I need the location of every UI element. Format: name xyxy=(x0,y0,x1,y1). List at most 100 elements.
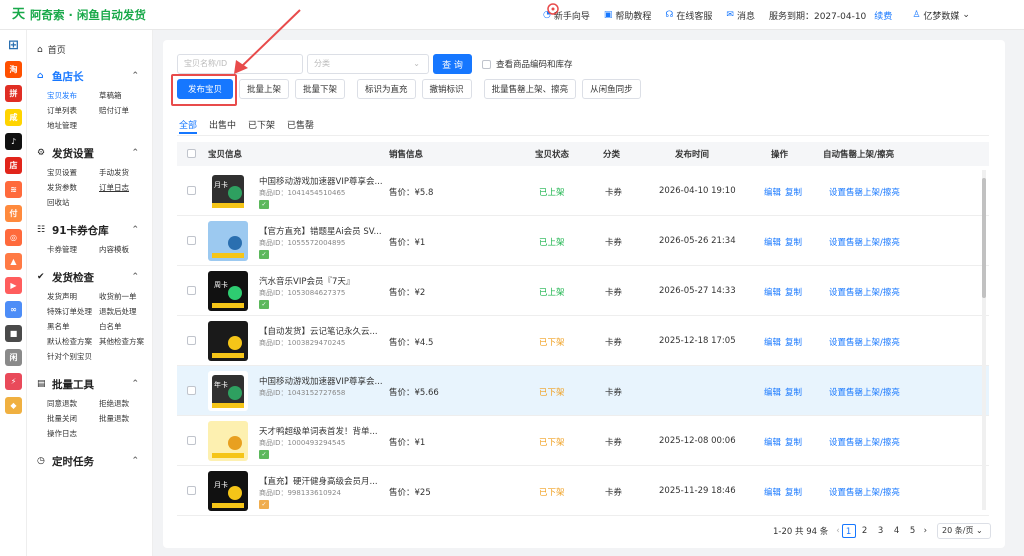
product-name[interactable]: 【官方直充】错题星Ai会员 SV... xyxy=(259,225,382,237)
copy-link[interactable]: 复制 xyxy=(785,338,802,348)
sidebar-item[interactable]: 批量关闭 xyxy=(47,411,99,426)
platform-icon[interactable]: 拼 xyxy=(5,85,22,102)
edit-link[interactable]: 编辑 xyxy=(764,338,781,348)
row-checkbox[interactable] xyxy=(187,436,196,445)
copy-link[interactable]: 复制 xyxy=(785,388,802,398)
product-thumbnail[interactable]: 周卡 xyxy=(208,271,248,311)
edit-link[interactable]: 编辑 xyxy=(764,188,781,198)
product-name[interactable]: 【自动发货】云记笔记永久云... xyxy=(259,325,378,337)
status-tab[interactable]: 已售罄 xyxy=(287,118,314,134)
renew-link[interactable]: 续费 xyxy=(874,9,892,22)
next-page-icon[interactable]: › xyxy=(924,526,927,536)
platform-icon[interactable]: ⚡ xyxy=(5,373,22,390)
page-size-select[interactable]: 20 条/页 ⌄ xyxy=(937,523,992,539)
sidebar-item[interactable]: 订单日志 xyxy=(99,180,152,195)
sidebar-item[interactable]: 同意退款 xyxy=(47,396,99,411)
platform-icon[interactable]: ■ xyxy=(5,325,22,342)
show-code-checkbox[interactable]: 查看商品编码和库存 xyxy=(482,58,573,70)
page-number[interactable]: 3 xyxy=(874,524,888,538)
sidebar-section-header[interactable]: ☷ 91卡券仓库 ⌃ xyxy=(27,222,152,238)
product-thumbnail[interactable]: 月卡 xyxy=(208,171,248,211)
chevron-up-icon[interactable]: ⌃ xyxy=(131,71,139,81)
action-button[interactable]: 批量上架 xyxy=(239,79,290,99)
product-name[interactable]: 中国移动游戏加速器VIP尊享会... xyxy=(259,375,383,387)
action-button[interactable]: 从闲鱼同步 xyxy=(582,79,641,99)
copy-link[interactable]: 复制 xyxy=(785,188,802,198)
platform-icon[interactable]: 闲 xyxy=(5,349,22,366)
table-row[interactable]: 天才鸭超级单词表首发！背单... 商品ID：1000493294545 ✓ 售价：¥1… xyxy=(177,416,989,466)
sidebar-item[interactable]: 发货声明 xyxy=(47,289,99,304)
sidebar-item[interactable]: 订单列表 xyxy=(47,103,99,118)
sidebar-item[interactable]: 收货前一单 xyxy=(99,289,152,304)
sidebar-item[interactable]: 批量退款 xyxy=(99,411,152,426)
product-name[interactable]: 天才鸭超级单词表首发！背单... xyxy=(259,425,378,437)
edit-link[interactable]: 编辑 xyxy=(764,288,781,298)
platform-icon[interactable]: 付 xyxy=(5,205,22,222)
chevron-up-icon[interactable]: ⌃ xyxy=(131,225,139,235)
sidebar-item[interactable]: 宝贝发布 xyxy=(47,88,99,103)
user-menu[interactable]: ♙ 亿梦数媒 ⌄ xyxy=(912,9,970,22)
sidebar-section-header[interactable]: ◷ 定时任务 ⌃ xyxy=(27,453,152,469)
table-row[interactable]: 【自动发货】云记笔记永久云... 商品ID：1003829470245 售价：¥4.… xyxy=(177,316,989,366)
sidebar-item[interactable]: 黑名单 xyxy=(47,319,99,334)
auto-relist-link[interactable]: 设置售罄上架/擦亮 xyxy=(829,186,900,198)
copy-link[interactable]: 复制 xyxy=(785,238,802,248)
platform-icon[interactable]: ∞ xyxy=(5,301,22,318)
auto-relist-link[interactable]: 设置售罄上架/擦亮 xyxy=(829,386,900,398)
sidebar-item[interactable]: 退款后处理 xyxy=(99,304,152,319)
sidebar-item[interactable]: 发货参数 xyxy=(47,180,99,195)
action-button[interactable]: 标识为直充 xyxy=(357,79,416,99)
platform-icon[interactable]: ◆ xyxy=(5,397,22,414)
page-number[interactable]: 5 xyxy=(906,524,920,538)
select-all-checkbox[interactable] xyxy=(187,149,196,158)
product-thumbnail[interactable] xyxy=(208,221,248,261)
platform-icon[interactable]: 店 xyxy=(5,157,22,174)
table-row[interactable]: 年卡 中国移动游戏加速器VIP尊享会... 商品ID：1043152727658 售价… xyxy=(177,366,989,416)
table-row[interactable]: 周卡 汽水音乐VIP会员『7天』 商品ID：1053084627375 ✓ 售价：¥2 已… xyxy=(177,266,989,316)
platform-icon[interactable]: ≋ xyxy=(5,181,22,198)
status-tab[interactable]: 出售中 xyxy=(209,118,236,134)
help-link[interactable]: ▣ 帮助教程 xyxy=(604,9,652,22)
auto-relist-link[interactable]: 设置售罄上架/擦亮 xyxy=(829,286,900,298)
sidebar-item[interactable]: 特殊订单处理 xyxy=(47,304,99,319)
product-thumbnail[interactable] xyxy=(208,321,248,361)
status-tab[interactable]: 全部 xyxy=(179,118,198,134)
chevron-up-icon[interactable]: ⌃ xyxy=(131,272,139,282)
service-link[interactable]: ☊ 在线客服 xyxy=(665,9,712,22)
page-number[interactable]: 1 xyxy=(841,524,856,538)
platform-icon[interactable]: 淘 xyxy=(5,61,22,78)
chevron-up-icon[interactable]: ⌃ xyxy=(131,379,139,389)
sidebar-section-header[interactable]: ⌂ 鱼店长 ⌃ xyxy=(27,68,152,84)
page-number[interactable]: 4 xyxy=(890,524,904,538)
edit-link[interactable]: 编辑 xyxy=(764,438,781,448)
chevron-up-icon[interactable]: ⌃ xyxy=(131,148,139,158)
status-tab[interactable]: 已下架 xyxy=(248,118,275,134)
chevron-up-icon[interactable]: ⌃ xyxy=(131,456,139,466)
row-checkbox[interactable] xyxy=(187,336,196,345)
edit-link[interactable]: 编辑 xyxy=(764,388,781,398)
app-logo[interactable]: 天 阿奇索 · 闲鱼自动发货 xyxy=(0,7,170,23)
copy-link[interactable]: 复制 xyxy=(785,438,802,448)
sidebar-item[interactable]: 宝贝设置 xyxy=(47,165,99,180)
row-checkbox[interactable] xyxy=(187,186,196,195)
table-row[interactable]: 月卡 【直充】硬汗健身高级会员月... 商品ID：998133610924 ✓ 售价：¥… xyxy=(177,466,989,516)
platform-icon[interactable]: ⊞ xyxy=(5,37,22,54)
table-row[interactable]: 【官方直充】错题星Ai会员 SV... 商品ID：1055572004895 ✓ 售价… xyxy=(177,216,989,266)
scrollbar[interactable] xyxy=(982,170,986,510)
action-button[interactable]: 批量下架 xyxy=(295,79,346,99)
sidebar-item[interactable]: 赔付订单 xyxy=(99,103,152,118)
sidebar-item[interactable]: 地址管理 xyxy=(47,118,99,133)
checkbox[interactable] xyxy=(482,59,491,69)
sidebar-item[interactable]: 回收站 xyxy=(47,195,99,210)
page-number[interactable]: 2 xyxy=(858,524,872,538)
edit-link[interactable]: 编辑 xyxy=(764,238,781,248)
sidebar-item[interactable]: 白名单 xyxy=(99,319,152,334)
product-thumbnail[interactable]: 年卡 xyxy=(208,371,248,411)
sidebar-item[interactable]: 其他检查方案 xyxy=(99,334,152,349)
edit-link[interactable]: 编辑 xyxy=(764,488,781,498)
auto-relist-link[interactable]: 设置售罄上架/擦亮 xyxy=(829,236,900,248)
row-checkbox[interactable] xyxy=(187,386,196,395)
category-select[interactable]: 分类 ⌄ xyxy=(307,54,429,74)
platform-icon[interactable]: ◎ xyxy=(5,229,22,246)
product-name[interactable]: 【直充】硬汗健身高级会员月... xyxy=(259,475,378,487)
